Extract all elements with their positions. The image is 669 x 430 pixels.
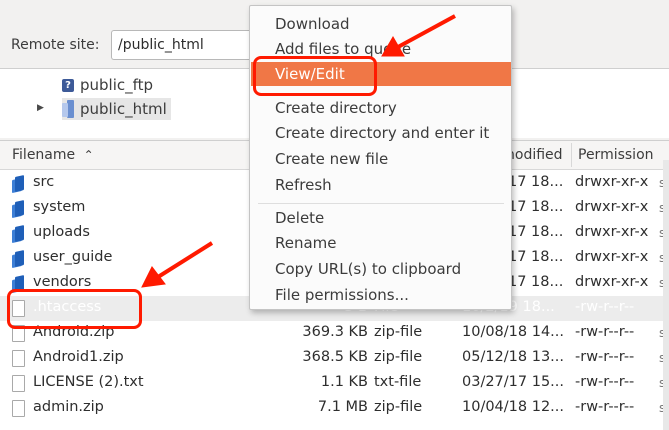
remote-site-path: /public_html xyxy=(118,37,204,53)
file-permission: -rw-r--r-- xyxy=(575,299,635,315)
menu-item-download[interactable]: Download xyxy=(251,12,511,36)
file-permission: -rw-r--r-- xyxy=(575,324,635,340)
menu-item-create-directory-enter[interactable]: Create directory and enter it xyxy=(251,121,511,145)
file-row[interactable]: Android1.zip 368.5 KB zip-file 05/12/18 … xyxy=(0,346,669,371)
column-separator xyxy=(571,143,572,167)
file-name: LICENSE (2).txt xyxy=(33,374,144,390)
file-modified: 05/12/18 13... xyxy=(462,349,565,365)
file-modified: 17 18... xyxy=(508,174,564,190)
menu-item-create-new-file[interactable]: Create new file xyxy=(251,147,511,171)
file-permission: drwxr-xr-x xyxy=(575,249,649,265)
file-permission: drwxr-xr-x xyxy=(575,224,649,240)
tree-item-label: public_ftp xyxy=(80,76,154,94)
file-modified: 17 18... xyxy=(508,199,564,215)
column-modified[interactable]: nodified xyxy=(506,147,563,163)
file-permission: drwxr-xr-x xyxy=(575,274,649,290)
file-name: Android1.zip xyxy=(33,349,124,365)
file-name: src xyxy=(33,174,55,190)
file-icon xyxy=(12,400,25,417)
unknown-question-icon: ? xyxy=(62,78,74,92)
file-type: zip-file xyxy=(374,324,423,340)
tree-item-label: public_html xyxy=(80,100,167,118)
column-filename-label: Filename xyxy=(12,147,76,163)
file-icon xyxy=(12,375,25,392)
sort-ascending-icon: ⌃ xyxy=(83,148,94,162)
file-size: 7.1 MB xyxy=(317,399,368,415)
folder-icon xyxy=(12,251,24,267)
file-modified: 10/04/18 12... xyxy=(462,399,565,415)
file-modified: 10/08/18 14... xyxy=(462,324,565,340)
menu-item-rename[interactable]: Rename xyxy=(251,231,511,255)
tree-item-public-ftp[interactable]: ? public_ftp xyxy=(62,74,153,96)
file-row[interactable]: LICENSE (2).txt 1.1 KB txt-file 03/27/17… xyxy=(0,371,669,396)
file-size: 1.1 KB xyxy=(320,374,368,390)
tree-item-public-html[interactable]: public_html xyxy=(62,98,171,120)
folder-icon xyxy=(62,100,74,118)
file-size: 368.5 KB xyxy=(302,349,368,365)
menu-item-delete[interactable]: Delete xyxy=(251,206,511,230)
folder-icon xyxy=(12,176,24,192)
expand-arrow-icon[interactable]: ▶ xyxy=(37,103,44,113)
menu-item-copy-url[interactable]: Copy URL(s) to clipboard xyxy=(251,257,511,281)
file-type: zip-file xyxy=(374,399,423,415)
file-name: uploads xyxy=(33,224,90,240)
context-menu: Download Add files to queue View/Edit Cr… xyxy=(249,5,512,310)
file-modified: 17 18... xyxy=(508,224,564,240)
file-name: system xyxy=(33,199,86,215)
menu-item-create-directory[interactable]: Create directory xyxy=(251,96,511,120)
htaccess-callout xyxy=(7,289,142,329)
view-edit-callout xyxy=(253,56,377,96)
file-type: txt-file xyxy=(374,374,422,390)
file-permission: -rw-r--r-- xyxy=(575,349,635,365)
folder-icon xyxy=(12,226,24,242)
column-filename[interactable]: Filename ⌃ xyxy=(12,147,94,163)
file-name: vendors xyxy=(33,274,92,290)
file-permission: -rw-r--r-- xyxy=(575,399,635,415)
file-name: user_guide xyxy=(33,249,113,265)
menu-item-refresh[interactable]: Refresh xyxy=(251,173,511,197)
menu-separator xyxy=(258,203,504,204)
file-name: admin.zip xyxy=(33,399,104,415)
file-row[interactable]: admin.zip 7.1 MB zip-file 10/04/18 12...… xyxy=(0,396,669,421)
column-permission[interactable]: Permission xyxy=(578,147,654,163)
file-modified: 17 18... xyxy=(508,274,564,290)
remote-site-input[interactable]: /public_html xyxy=(111,30,261,60)
file-modified: 03/27/17 15... xyxy=(462,374,565,390)
file-permission: drwxr-xr-x xyxy=(575,174,649,190)
file-permission: drwxr-xr-x xyxy=(575,199,649,215)
remote-site-label: Remote site: xyxy=(11,37,100,53)
folder-icon xyxy=(12,201,24,217)
file-permission: -rw-r--r-- xyxy=(575,374,635,390)
file-modified: 17 18... xyxy=(508,249,564,265)
file-icon xyxy=(12,350,25,367)
menu-item-file-permissions[interactable]: File permissions... xyxy=(251,283,511,307)
file-type: zip-file xyxy=(374,349,423,365)
vertical-scrollbar[interactable] xyxy=(663,160,669,430)
file-size: 369.3 KB xyxy=(302,324,368,340)
